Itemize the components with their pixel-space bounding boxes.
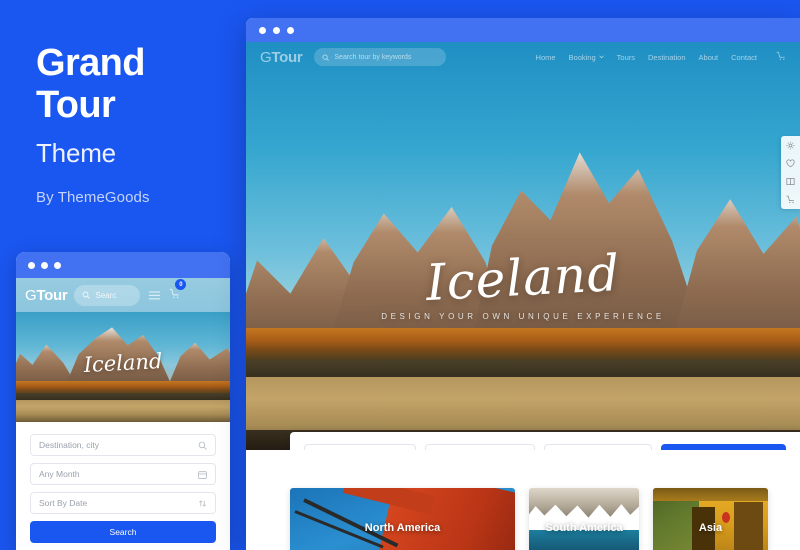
chevron-down-icon <box>598 55 604 59</box>
destination-card-north-america[interactable]: North America <box>290 488 515 550</box>
nav-item-home-label: Home <box>535 52 556 62</box>
mobile-search-button[interactable]: Search <box>30 521 216 543</box>
mobile-titlebar <box>16 252 230 278</box>
nav-item-destination-label: Destination <box>648 52 686 62</box>
page-title-line1: Grand <box>36 42 146 84</box>
gear-icon[interactable] <box>786 141 795 150</box>
asia-roof-eave <box>653 488 768 501</box>
nav-item-about-label: About <box>698 52 719 62</box>
mobile-month-field[interactable]: Any Month <box>30 463 216 485</box>
mobile-sort-field[interactable]: Sort By Date <box>30 492 216 514</box>
search-button[interactable]: Search <box>661 444 786 450</box>
mobile-navbar: GTour Searc 0 <box>16 278 230 312</box>
window-dot-red[interactable] <box>28 261 35 269</box>
nav-item-booking[interactable]: Booking <box>569 53 604 62</box>
hero-subtitle: DESIGN YOUR OWN UNIQUE EXPERIENCE <box>381 312 665 321</box>
search-fields-row: Destination, city Any Month <box>304 444 786 450</box>
mobile-field <box>16 400 230 422</box>
desktop-nav-menu: Home Booking Tours Destination About Con… <box>536 48 786 66</box>
nav-item-tours-label: Tours <box>616 52 635 62</box>
hero-title: Iceland <box>424 243 622 313</box>
window-dot-red[interactable] <box>259 26 266 34</box>
nav-item-contact-label: Contact <box>731 52 757 62</box>
desktop-mockup: GTour Search tour by keywords Home Booki… <box>246 18 800 550</box>
desktop-titlebar <box>246 18 800 42</box>
destination-card-south-america[interactable]: South America <box>529 488 639 550</box>
window-dot-green[interactable] <box>287 26 294 34</box>
asia-lantern <box>722 512 730 523</box>
hero-treeline-autumn <box>246 327 800 365</box>
nav-item-destination[interactable]: Destination <box>648 53 686 62</box>
desktop-logo[interactable]: GTour <box>260 48 303 66</box>
destination-card-asia[interactable]: Asia <box>653 488 768 550</box>
nav-item-about[interactable]: About <box>699 53 719 62</box>
desktop-logo-tour: Tour <box>271 48 303 66</box>
mobile-destination-field[interactable]: Destination, city <box>30 434 216 456</box>
screenshot-stage: Grand Tour Theme By ThemeGoods GTour Sea… <box>0 0 800 550</box>
desktop-navbar: GTour Search tour by keywords Home Booki… <box>246 42 800 72</box>
search-icon <box>322 53 330 61</box>
desktop-logo-g: G <box>260 48 272 66</box>
tour-search-panel: Destination, city Any Month <box>290 432 800 450</box>
calendar-icon <box>198 470 207 479</box>
destination-label-south-america: South America <box>545 522 623 534</box>
page-title-line2: Tour <box>36 83 116 126</box>
mobile-hero-title: Iceland <box>83 348 163 377</box>
search-icon <box>198 441 207 450</box>
cart-icon <box>776 51 785 61</box>
destination-field[interactable]: Destination, city <box>304 444 417 450</box>
search-icon <box>82 291 91 299</box>
layout-icon[interactable] <box>786 177 795 186</box>
mobile-logo[interactable]: GTour <box>25 286 68 304</box>
nav-item-booking-label: Booking <box>568 52 596 62</box>
destination-label-north-america: North America <box>364 522 441 534</box>
mobile-mockup: GTour Searc 0 Iceland Destination, city … <box>16 252 230 550</box>
mobile-logo-tour: Tour <box>36 286 68 304</box>
hamburger-icon[interactable] <box>149 290 161 300</box>
month-field[interactable]: Any Month <box>425 444 536 450</box>
sort-field[interactable]: Sort By Date <box>544 444 653 450</box>
mobile-hero-image: Iceland <box>16 312 230 422</box>
author-credit: By ThemeGoods <box>36 188 150 206</box>
destination-cards-row: North America South America Asia <box>290 488 768 550</box>
mobile-search-form: Destination, city Any Month Sort By Date <box>16 422 230 550</box>
desktop-hero: GTour Search tour by keywords Home Booki… <box>246 42 800 450</box>
mobile-search-input[interactable]: Searc <box>74 284 141 306</box>
nav-item-contact[interactable]: Contact <box>731 53 757 62</box>
window-dot-yellow[interactable] <box>273 26 280 34</box>
window-dot-green[interactable] <box>54 261 61 269</box>
mobile-sort-label: Sort By Date <box>39 498 88 508</box>
page-subtitle: Theme <box>36 137 116 168</box>
nav-item-tours[interactable]: Tours <box>617 53 635 62</box>
nav-item-home[interactable]: Home <box>536 53 556 62</box>
desktop-search-placeholder: Search tour by keywords <box>334 53 412 61</box>
destination-label-asia: Asia <box>698 522 723 534</box>
mobile-logo-g: G <box>25 286 37 304</box>
mobile-cart-badge: 0 <box>175 279 187 290</box>
mobile-destination-label: Destination, city <box>39 440 99 450</box>
floating-toolbar <box>781 136 800 209</box>
sort-icon <box>199 499 206 507</box>
desktop-cart-button[interactable] <box>776 48 786 66</box>
heart-icon[interactable] <box>786 159 795 168</box>
asia-door-right <box>733 502 764 550</box>
mobile-search-placeholder: Searc <box>95 290 117 300</box>
cart-icon[interactable] <box>786 195 795 204</box>
mobile-nav-icons: 0 <box>149 279 187 304</box>
desktop-search-input[interactable]: Search tour by keywords <box>314 48 447 66</box>
mobile-month-label: Any Month <box>39 469 80 479</box>
window-dot-yellow[interactable] <box>41 261 48 269</box>
mobile-cart-button[interactable]: 0 <box>169 279 187 304</box>
